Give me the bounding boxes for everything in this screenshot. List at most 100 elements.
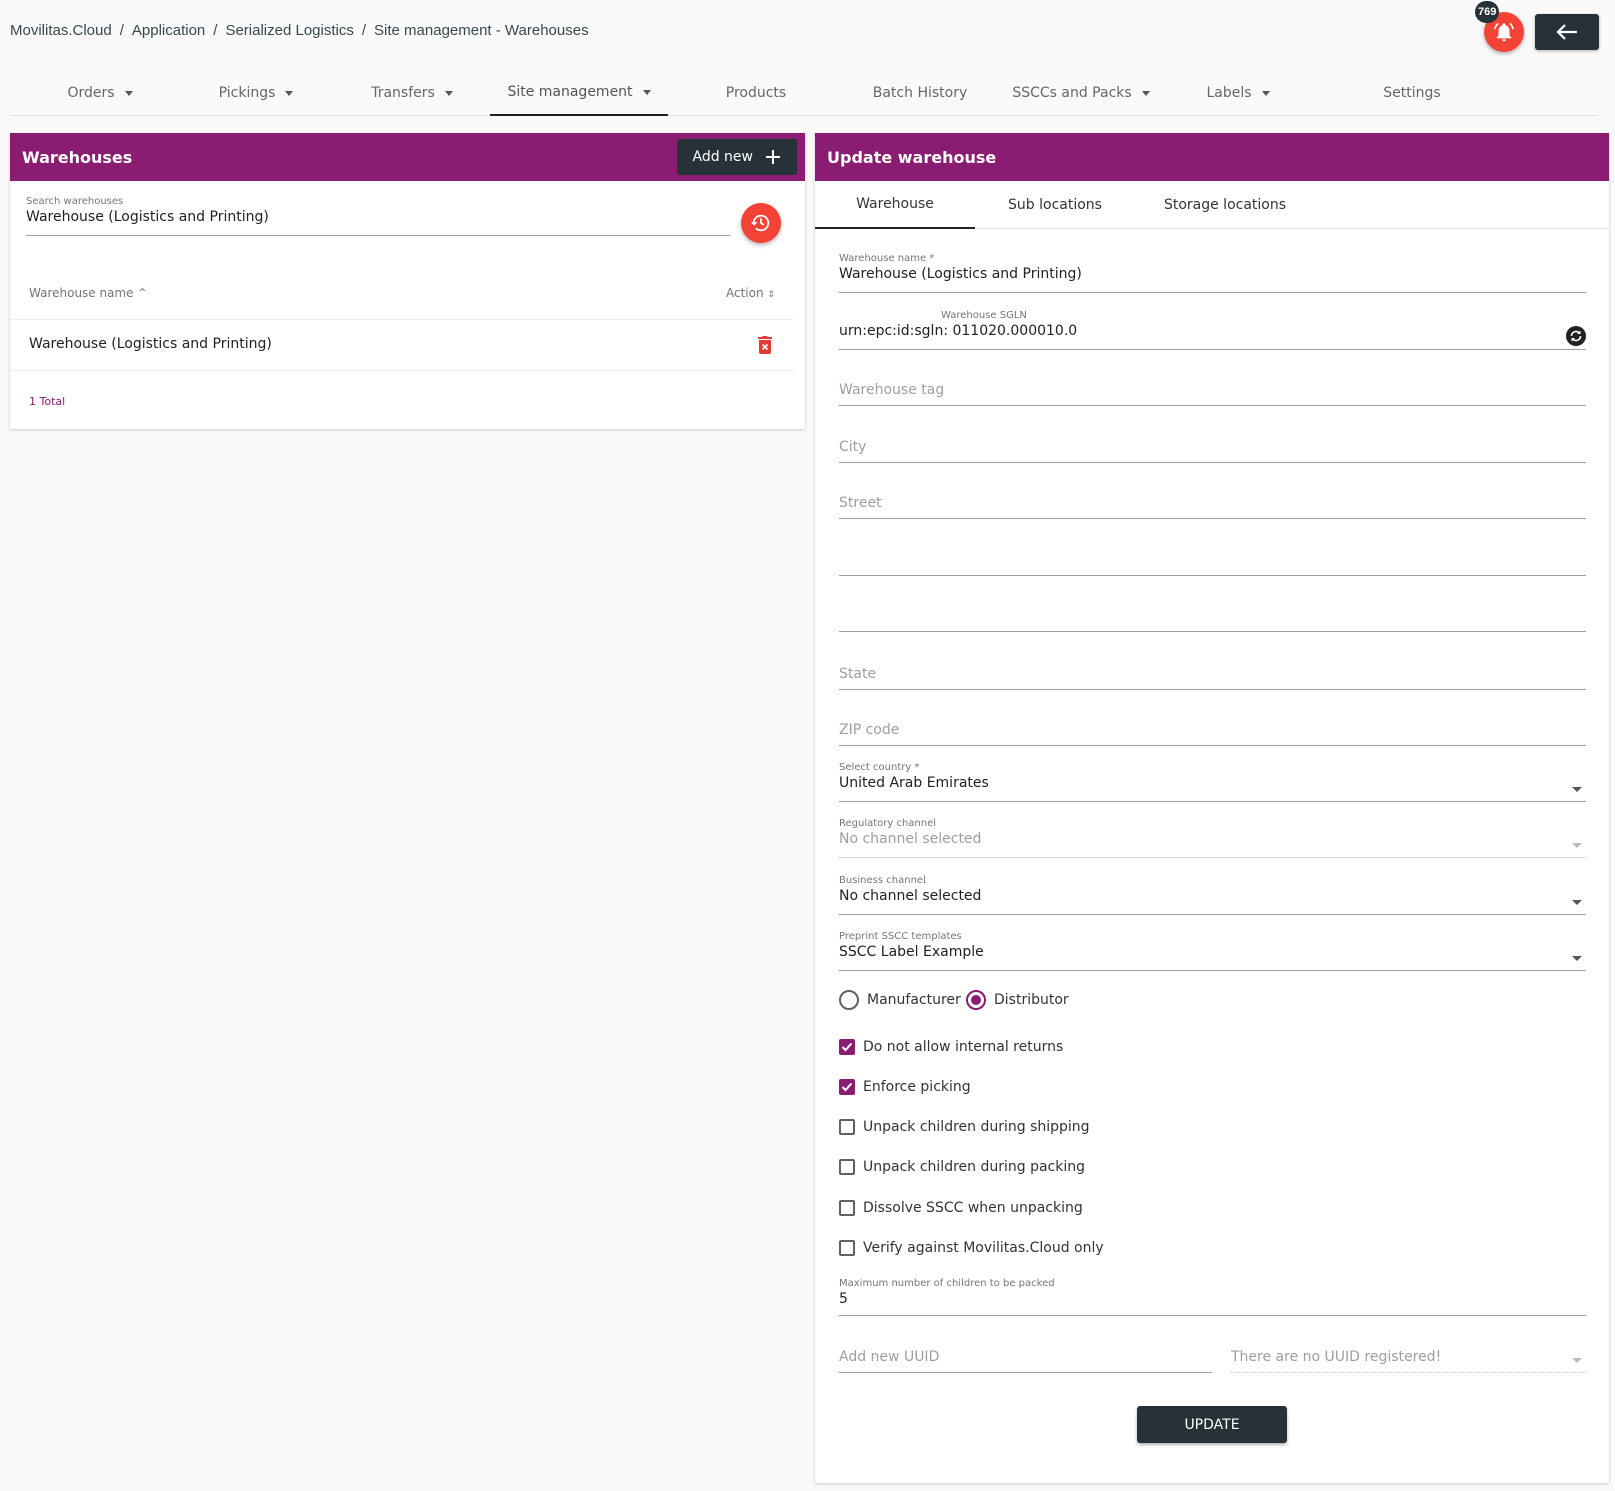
field-underline (839, 1315, 1586, 1316)
warehouse-sgln-field[interactable]: Warehouse SGLN urn:epc:id:sgln: 011020.0… (839, 310, 1586, 350)
checkbox-verify-cloud-only[interactable]: Verify against Movilitas.Cloud only (839, 1240, 1104, 1256)
sort-icon: ⇕ (767, 290, 775, 300)
street-line-2-field[interactable] (839, 550, 1586, 576)
field-underline (839, 349, 1586, 350)
caret-down-icon (285, 90, 294, 96)
column-header-name[interactable]: Warehouse name ⌃ (29, 286, 147, 300)
main-nav: Orders Pickings Transfers Site managemen… (10, 70, 1598, 116)
caret-down-icon (1572, 787, 1582, 792)
caret-down-icon (1141, 90, 1150, 96)
nav-batch-history[interactable]: Batch History (850, 70, 990, 116)
warehouses-panel: Warehouses Add new (10, 133, 805, 429)
search-warehouses-input[interactable]: Search warehouses Warehouse (Logistics a… (26, 196, 730, 236)
nav-label: Orders (67, 85, 115, 101)
table-row[interactable]: Warehouse (Logistics and Printing) (10, 319, 794, 371)
update-button[interactable]: UPDATE (1137, 1406, 1287, 1443)
nav-label: Pickings (218, 85, 276, 101)
radio-manufacturer[interactable]: Manufacturer (839, 990, 961, 1010)
field-placeholder: State (839, 666, 877, 682)
radio-distributor[interactable]: Distributor (966, 990, 1069, 1010)
plus-icon (766, 150, 780, 164)
nav-ssccs-packs[interactable]: SSCCs and Packs (1006, 70, 1156, 116)
tab-sub-locations[interactable]: Sub locations (975, 181, 1135, 229)
nav-orders[interactable]: Orders (40, 70, 160, 116)
checkbox-box (839, 1240, 855, 1256)
checkbox-unpack-packing[interactable]: Unpack children during packing (839, 1159, 1085, 1175)
field-underline (839, 575, 1586, 576)
nav-products[interactable]: Products (696, 70, 816, 116)
caret-down-icon (124, 90, 133, 96)
column-header-action[interactable]: Action ⇕ (726, 286, 775, 300)
checkbox-label: Verify against Movilitas.Cloud only (863, 1240, 1104, 1256)
zip-code-field[interactable]: ZIP code (839, 722, 1586, 746)
country-select[interactable]: Select country * United Arab Emirates (839, 762, 1586, 802)
bell-icon (1494, 22, 1514, 42)
field-label: Search warehouses (26, 196, 124, 207)
field-placeholder: ZIP code (839, 722, 900, 738)
checkbox-label: Unpack children during shipping (863, 1119, 1090, 1135)
checkbox-box (839, 1039, 855, 1055)
checkbox-no-internal-returns[interactable]: Do not allow internal returns (839, 1039, 1063, 1055)
field-value: United Arab Emirates (839, 775, 989, 791)
nav-labels[interactable]: Labels (1178, 70, 1298, 116)
tab-warehouse[interactable]: Warehouse (815, 181, 975, 229)
panel-title: Update warehouse (827, 147, 997, 167)
breadcrumb-item[interactable]: Movilitas.Cloud (10, 22, 112, 39)
checkbox-enforce-picking[interactable]: Enforce picking (839, 1079, 971, 1095)
field-value: SSCC Label Example (839, 944, 984, 960)
checkbox-label: Do not allow internal returns (863, 1039, 1064, 1055)
nav-pickings[interactable]: Pickings (196, 70, 316, 116)
breadcrumb-item[interactable]: Application (132, 22, 205, 39)
checkbox-box (839, 1119, 855, 1135)
nav-settings[interactable]: Settings (1352, 70, 1472, 116)
street-field[interactable]: Street (839, 495, 1586, 519)
field-underline (839, 631, 1586, 632)
warehouse-name-field[interactable]: Warehouse name * Warehouse (Logistics an… (839, 253, 1586, 293)
warehouse-name-cell: Warehouse (Logistics and Printing) (29, 336, 272, 352)
field-underline (26, 235, 730, 236)
field-underline (839, 689, 1586, 690)
field-value: There are no UUID registered! (1231, 1349, 1442, 1365)
city-field[interactable]: City (839, 439, 1586, 463)
tab-storage-locations[interactable]: Storage locations (1135, 181, 1315, 229)
add-uuid-field[interactable]: Add new UUID (839, 1349, 1212, 1373)
field-value: No channel selected (839, 831, 982, 847)
field-underline (1231, 1372, 1586, 1373)
field-label: Regulatory channel (839, 818, 937, 829)
warehouse-tag-field[interactable]: Warehouse tag (839, 382, 1586, 406)
checkbox-unpack-shipping[interactable]: Unpack children during shipping (839, 1119, 1090, 1135)
field-underline (839, 462, 1586, 463)
add-new-button[interactable]: Add new (676, 139, 797, 175)
breadcrumb-separator: / (213, 22, 218, 39)
nav-label: SSCCs and Packs (1012, 85, 1132, 101)
checkbox-label: Dissolve SSCC when unpacking (863, 1200, 1083, 1216)
regulatory-channel-select[interactable]: Regulatory channel No channel selected (839, 818, 1586, 858)
checkbox-dissolve-sscc[interactable]: Dissolve SSCC when unpacking (839, 1200, 1083, 1216)
caret-down-icon (642, 89, 651, 95)
total-count: 1 Total (29, 395, 66, 408)
nav-transfers[interactable]: Transfers (352, 70, 472, 116)
reset-search-button[interactable] (741, 203, 781, 243)
nav-site-management[interactable]: Site management (490, 70, 668, 116)
back-button[interactable] (1535, 14, 1599, 50)
breadcrumb-item[interactable]: Serialized Logistics (225, 22, 353, 39)
uuid-list-select[interactable]: There are no UUID registered! (1231, 1349, 1586, 1373)
preprint-sscc-templates-select[interactable]: Preprint SSCC templates SSCC Label Examp… (839, 931, 1586, 971)
breadcrumb-item: Site management - Warehouses (374, 22, 589, 39)
trash-icon (758, 336, 772, 354)
arrow-left-icon (1556, 24, 1577, 40)
business-channel-select[interactable]: Business channel No channel selected (839, 875, 1586, 915)
street-line-3-field[interactable] (839, 606, 1586, 632)
regenerate-sgln-button[interactable] (1566, 326, 1586, 351)
delete-button[interactable] (758, 336, 772, 359)
nav-label: Transfers (371, 85, 435, 101)
max-children-field[interactable]: Maximum number of children to be packed … (839, 1278, 1586, 1316)
state-field[interactable]: State (839, 666, 1586, 690)
field-underline (839, 914, 1586, 915)
column-label: Warehouse name (29, 286, 134, 300)
field-value: urn:epc:id:sgln: 011020.000010.0 (839, 323, 1078, 339)
warehouses-panel-header: Warehouses Add new (10, 133, 805, 181)
caret-down-icon (1572, 900, 1582, 905)
nav-label: Settings (1383, 85, 1441, 101)
field-label: Maximum number of children to be packed (839, 1278, 1055, 1289)
